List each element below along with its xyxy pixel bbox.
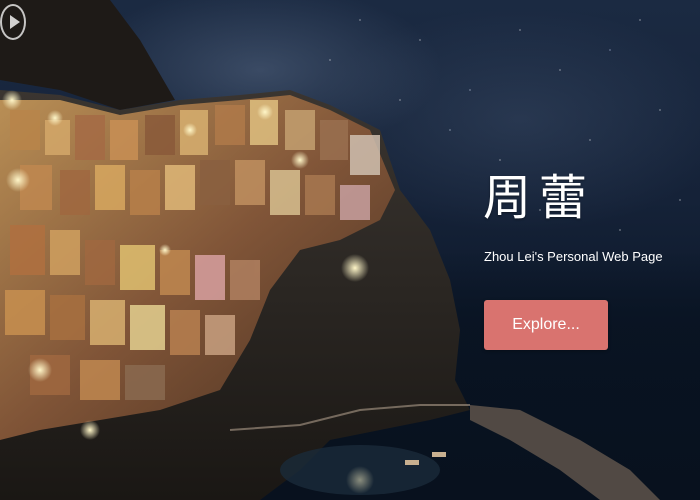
play-icon [9,15,20,29]
page-subtitle: Zhou Lei's Personal Web Page [484,249,663,264]
page-title: 周蕾 [483,170,596,226]
play-button[interactable] [0,4,26,40]
hero-section: 周蕾 Zhou Lei's Personal Web Page Explore.… [0,0,700,500]
explore-button[interactable]: Explore... [484,300,608,350]
